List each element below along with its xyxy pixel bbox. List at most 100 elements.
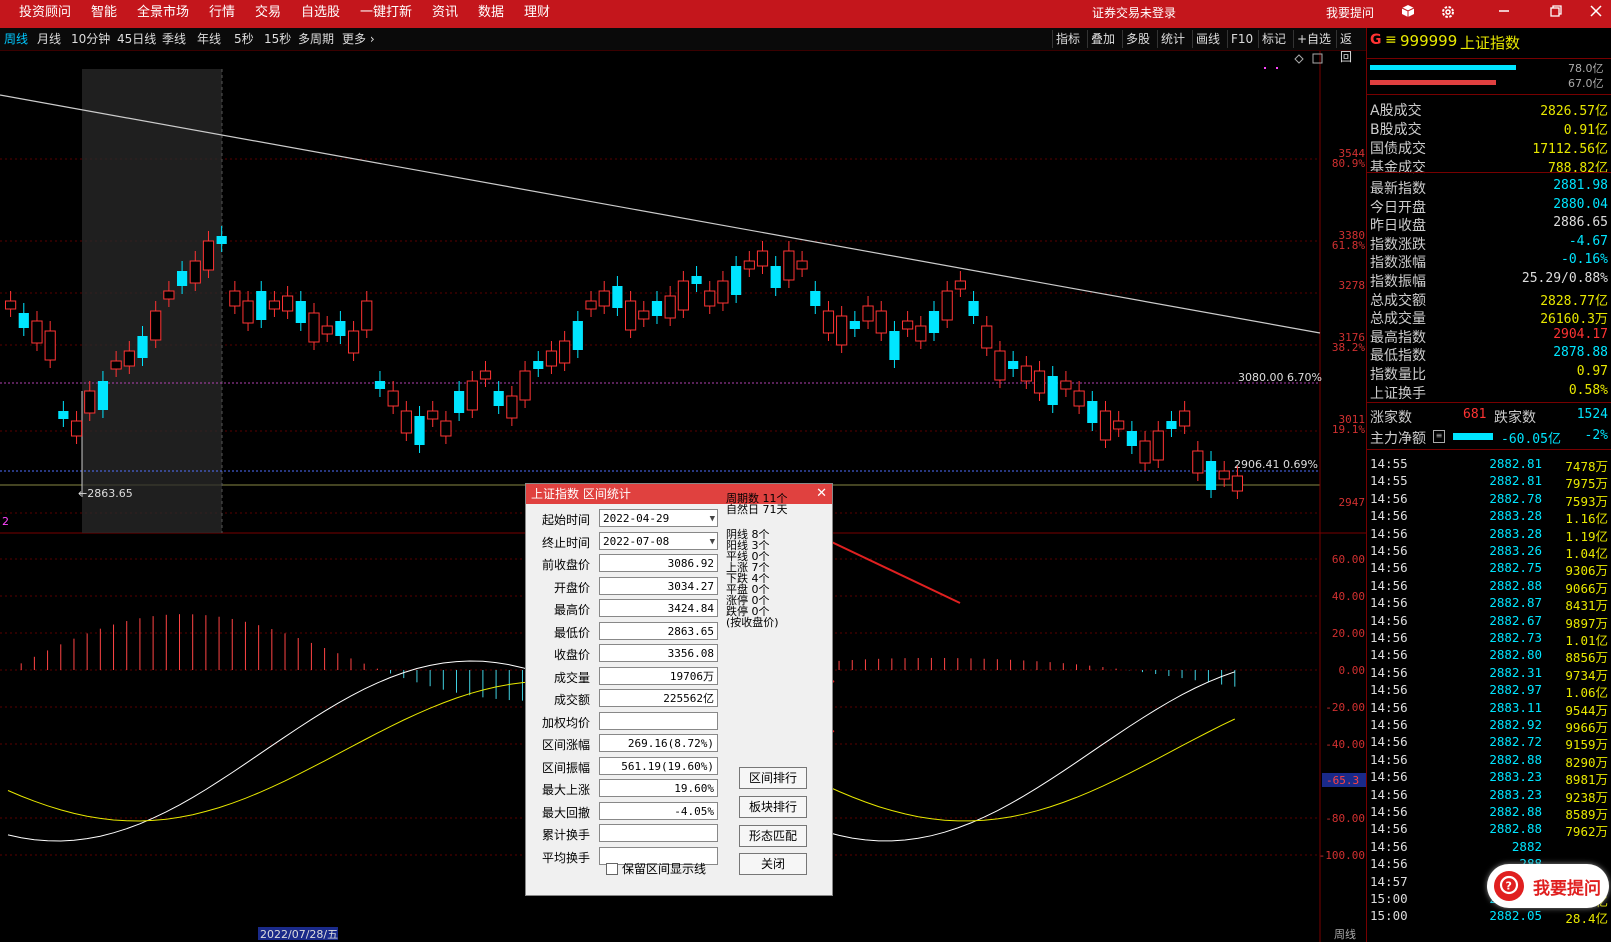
list-icon[interactable]: ≡ — [1433, 430, 1445, 443]
dialog-field-value: -4.05% — [599, 801, 718, 820]
tick-price: 2882 — [1511, 838, 1542, 854]
tool-f10[interactable]: F10 — [1227, 30, 1256, 48]
sector-rank-button[interactable]: 板块排行 — [739, 796, 807, 818]
range-rank-button[interactable]: 区间排行 — [739, 767, 807, 789]
tick-time: 14:56 — [1370, 856, 1408, 872]
index-row: 总成交额 2828.77亿 — [1367, 290, 1611, 309]
tool-back[interactable]: 返回 — [1336, 30, 1366, 64]
menu-watchlist[interactable]: 自选股 — [301, 0, 340, 28]
tick-volume: 9306万 — [1565, 563, 1608, 579]
row-label: 指数涨幅 — [1370, 255, 1426, 272]
dialog-close-icon[interactable]: ✕ — [816, 484, 827, 504]
dialog-field-text: 2022-04-29 — [603, 512, 670, 525]
ask-question-label: 我要提问 — [1533, 879, 1601, 899]
close-icon[interactable] — [1586, 4, 1606, 24]
restore-icon[interactable] — [1546, 4, 1566, 24]
menu-panorama[interactable]: 全景市场 — [137, 0, 189, 28]
tool-draw[interactable]: 画线 — [1192, 30, 1223, 48]
period-quarterly[interactable]: 季线 — [162, 30, 186, 48]
dialog-field-value: 3034.27 — [599, 576, 718, 595]
tick-row: 14:56 2882.88 7962万 — [1367, 821, 1611, 839]
cube-icon[interactable] — [1398, 4, 1418, 24]
index-row: 最新指数 2881.98 — [1367, 178, 1611, 197]
tick-price: 2882.81 — [1489, 473, 1542, 489]
ask-question-link[interactable]: 我要提问 — [1326, 0, 1374, 28]
period-monthly[interactable]: 月线 — [37, 30, 61, 48]
period-weekly[interactable]: 周线 — [4, 30, 28, 48]
tick-volume: 1.19亿 — [1565, 528, 1608, 544]
tool-overlay[interactable]: 叠加 — [1087, 30, 1118, 48]
row-label: 指数振幅 — [1370, 274, 1426, 290]
period-45day[interactable]: 45日线 — [117, 30, 156, 48]
dialog-field-value: 2863.65 — [599, 621, 718, 640]
row-label: 最低指数 — [1370, 348, 1426, 365]
tick-volume: 9897万 — [1565, 615, 1608, 631]
tool-stats[interactable]: 统计 — [1157, 30, 1188, 48]
menu-advisor[interactable]: 投资顾问 — [19, 0, 71, 28]
tick-volume: 9966万 — [1565, 720, 1608, 735]
login-status[interactable]: 证券交易未登录 — [1092, 0, 1176, 28]
minimize-icon[interactable] — [1494, 4, 1514, 24]
tool-indicator[interactable]: 指标 — [1052, 30, 1083, 48]
dialog-field-label: 区间涨幅 — [541, 738, 590, 752]
tick-time: 14:56 — [1370, 769, 1408, 785]
row-label: 指数涨跌 — [1370, 236, 1426, 253]
dropdown-icon[interactable]: ▼ — [710, 510, 715, 528]
menu-smart[interactable]: 智能 — [91, 0, 117, 28]
index-row: 指数涨幅 -0.16% — [1367, 252, 1611, 271]
main-flow-label: 主力净额 — [1370, 431, 1426, 447]
tick-volume: 7962万 — [1565, 824, 1608, 840]
row-value: 2878.88 — [1553, 345, 1608, 361]
row-label: 指数量比 — [1370, 367, 1426, 383]
period-more[interactable]: 更多 › — [342, 30, 375, 48]
menu-finance[interactable]: 理财 — [524, 0, 550, 28]
date-picker[interactable]: 2022-07-08 ▼ — [599, 531, 718, 551]
tick-price: 2883.11 — [1489, 699, 1542, 715]
tick-volume: 8290万 — [1565, 754, 1608, 770]
menu-news[interactable]: 资讯 — [432, 0, 458, 28]
period-10min[interactable]: 10分钟 — [71, 30, 110, 48]
dialog-field-label: 起始时间 — [541, 513, 590, 527]
tick-volume: 9544万 — [1565, 702, 1608, 718]
period-5sec[interactable]: 5秒 — [234, 30, 254, 48]
dialog-field-label: 区间振幅 — [541, 760, 590, 775]
dropdown-icon[interactable]: ▼ — [710, 533, 715, 551]
tick-volume: 8856万 — [1565, 650, 1608, 666]
menu-ipo[interactable]: 一键打新 — [360, 0, 412, 28]
tick-volume: 9238万 — [1565, 789, 1608, 805]
index-row: 指数涨跌 -4.67 — [1367, 234, 1611, 253]
tick-volume: 9159万 — [1565, 737, 1608, 753]
range-highlight — [82, 69, 222, 533]
tool-add-watch[interactable]: +自选 — [1293, 30, 1334, 48]
tick-price: 2882.88 — [1489, 577, 1542, 593]
dialog-field-text: 561.19(19.60%) — [621, 759, 714, 773]
dialog-field-value: 19706万 — [599, 666, 718, 685]
tool-mark[interactable]: 标记 — [1258, 30, 1289, 48]
price-tick: 38.2% — [1332, 341, 1365, 354]
dialog-field-label: 收盘价 — [553, 648, 590, 662]
period-15sec[interactable]: 15秒 — [264, 30, 291, 48]
ask-question-button[interactable]: ? 我要提问 — [1487, 864, 1609, 908]
tick-volume: 7593万 — [1565, 493, 1608, 509]
dialog-field-text: 19706万 — [669, 669, 714, 683]
period-yearly[interactable]: 年线 — [197, 30, 221, 48]
settings-icon[interactable] — [1438, 4, 1458, 24]
menu-trade[interactable]: 交易 — [255, 0, 281, 28]
menu-data[interactable]: 数据 — [478, 0, 504, 28]
close-button[interactable]: 关闭 — [739, 853, 807, 875]
dialog-field-text: 3356.08 — [667, 647, 714, 660]
tool-multistock[interactable]: 多股 — [1122, 30, 1153, 48]
tick-row: 14:56 2883.28 1.19亿 — [1367, 526, 1611, 544]
period-multi[interactable]: 多周期 — [298, 30, 334, 48]
tick-volume: 7478万 — [1565, 459, 1608, 474]
dialog-field-label: 前收盘价 — [541, 558, 590, 572]
tick-time: 14:55 — [1370, 473, 1408, 489]
menu-quotes[interactable]: 行情 — [209, 0, 235, 28]
tick-time: 14:56 — [1370, 612, 1408, 628]
pattern-match-button[interactable]: 形态匹配 — [739, 825, 807, 847]
tick-row: 14:56 2883.26 1.04亿 — [1367, 543, 1611, 561]
date-picker[interactable]: 2022-04-29 ▼ — [599, 509, 718, 527]
keep-line-checkbox[interactable] — [606, 863, 618, 875]
menu-lines-icon[interactable]: ≡ — [1385, 32, 1397, 48]
tick-row: 14:56 2882.87 8431万 — [1367, 595, 1611, 613]
